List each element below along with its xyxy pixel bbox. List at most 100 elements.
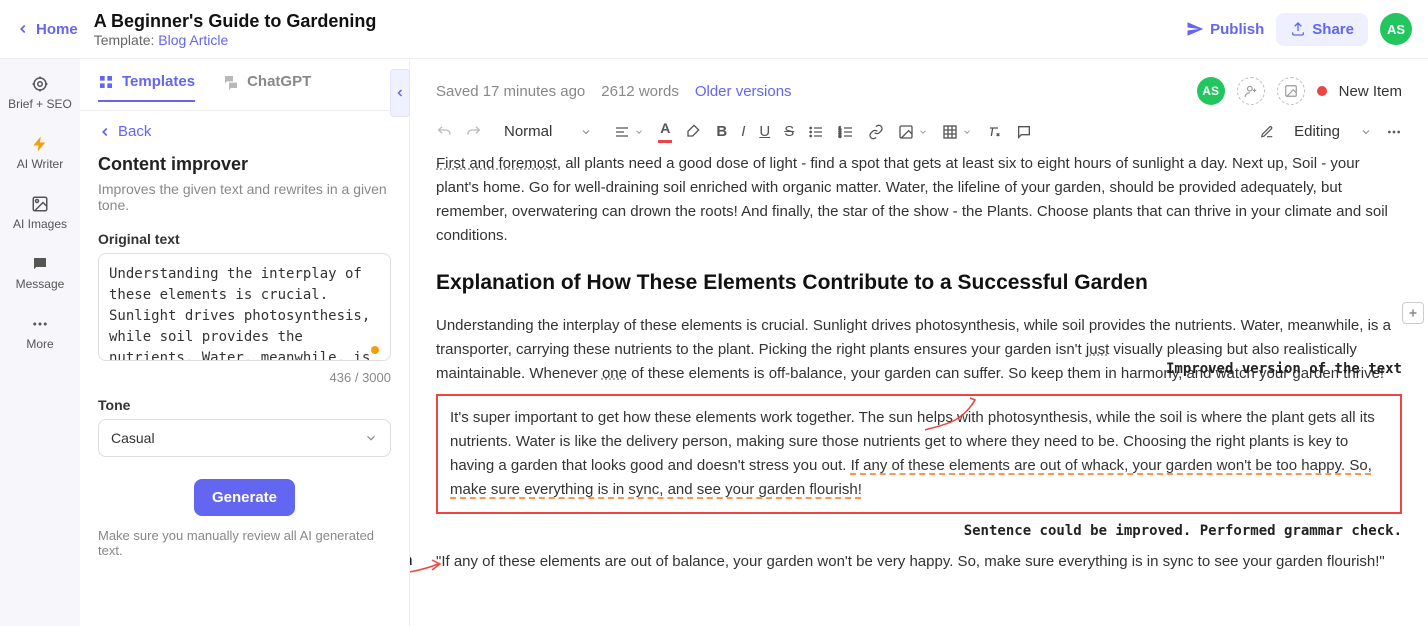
paragraph-1: First and foremost, all plants need a go… [436, 152, 1402, 248]
chat-bubbles-icon [223, 74, 239, 90]
tone-select[interactable]: Casual [98, 419, 391, 457]
original-text-label: Original text [98, 231, 391, 247]
rail-more-label: More [26, 337, 53, 351]
collapse-panel-button[interactable] [390, 69, 410, 117]
image-icon [898, 124, 914, 140]
image-icon [31, 195, 49, 213]
back-link[interactable]: Back [98, 123, 391, 140]
chevron-left-icon [16, 22, 30, 36]
template-link[interactable]: Blog Article [158, 32, 228, 48]
word-count: 2612 words [601, 83, 679, 100]
collaborator-avatar[interactable]: AS [1197, 77, 1225, 105]
chat-icon [31, 255, 49, 273]
bold-button[interactable]: B [716, 123, 727, 140]
chevron-down-icon [634, 127, 644, 137]
svg-text:3: 3 [839, 133, 842, 138]
style-value: Normal [504, 123, 552, 140]
bullet-list-icon [808, 124, 824, 140]
italic-button[interactable]: I [741, 123, 745, 140]
document-area: Saved 17 minutes ago 2612 words Older ve… [410, 59, 1428, 626]
editing-label: Editing [1294, 123, 1340, 140]
text-color-swatch [658, 140, 672, 143]
dots-icon [1386, 124, 1402, 140]
underline-button[interactable]: U [759, 123, 770, 140]
arrow-annotation-icon [410, 552, 446, 582]
tab-chatgpt-label: ChatGPT [247, 73, 311, 90]
share-button[interactable]: Share [1276, 13, 1368, 46]
clear-format-icon [986, 124, 1002, 140]
rail-message[interactable]: Message [12, 251, 69, 295]
tab-chatgpt[interactable]: ChatGPT [223, 73, 311, 102]
improved-box: It's super important to get how these el… [436, 394, 1402, 514]
paragraph-style-select[interactable]: Normal [496, 119, 600, 144]
image-button[interactable] [898, 124, 928, 140]
editing-mode-select[interactable]: Editing [1260, 123, 1372, 140]
comment-icon [1016, 124, 1032, 140]
upload-icon [1290, 21, 1306, 37]
para1-rest: , all plants need a good dose of light -… [436, 155, 1388, 244]
chevron-down-icon [1360, 126, 1372, 138]
align-button[interactable] [614, 124, 644, 140]
redo-button[interactable] [466, 124, 482, 140]
rail-ai-images[interactable]: AI Images [9, 191, 71, 235]
panel-footer-note: Make sure you manually review all AI gen… [98, 528, 391, 558]
add-collaborator-button[interactable] [1237, 77, 1265, 105]
rail-more[interactable]: More [22, 311, 57, 355]
link-button[interactable] [868, 124, 884, 140]
chevron-down-icon [962, 127, 972, 137]
align-left-icon [614, 124, 630, 140]
undo-button[interactable] [436, 124, 452, 140]
pencil-icon [1260, 125, 1274, 139]
bullet-list-button[interactable] [808, 124, 824, 140]
comment-button[interactable] [1016, 124, 1032, 140]
older-versions-link[interactable]: Older versions [695, 83, 792, 100]
numbered-list-icon: 123 [838, 124, 854, 140]
document-body[interactable]: First and foremost, all plants need a go… [410, 152, 1428, 600]
rail-ai-writer[interactable]: AI Writer [13, 131, 67, 175]
content-improver-desc: Improves the given text and rewrites in … [98, 181, 391, 213]
tone-value: Casual [111, 430, 155, 446]
plus-icon [1407, 307, 1419, 319]
share-label: Share [1312, 21, 1354, 38]
numbered-list-button[interactable]: 123 [838, 124, 854, 140]
home-link[interactable]: Home [16, 21, 78, 38]
template-prefix: Template: [94, 32, 159, 48]
add-comment-button[interactable] [1402, 302, 1424, 324]
dots-icon [31, 315, 49, 333]
rail-brief-seo[interactable]: Brief + SEO [4, 71, 76, 115]
saved-status: Saved 17 minutes ago [436, 83, 585, 100]
publish-button[interactable]: Publish [1186, 20, 1264, 38]
strike-button[interactable]: S [784, 123, 794, 140]
status-label[interactable]: New Item [1339, 83, 1402, 100]
page-title: A Beginner's Guide to Gardening [94, 11, 1186, 32]
heading-2: Explanation of How These Elements Contri… [436, 266, 1402, 300]
more-menu-button[interactable] [1386, 124, 1402, 140]
undo-icon [436, 124, 452, 140]
chevron-down-icon [364, 431, 378, 445]
chevron-left-icon [394, 87, 406, 99]
corrected-text: "If any of these elements are out of bal… [436, 550, 1402, 574]
warning-dot-icon [371, 346, 379, 354]
image-icon [1284, 84, 1298, 98]
toolbar: Normal A B I U S 123 Editing [410, 105, 1428, 152]
table-button[interactable] [942, 124, 972, 140]
publish-label: Publish [1210, 21, 1264, 38]
link-icon [868, 124, 884, 140]
redo-icon [466, 124, 482, 140]
char-count: 436 / 3000 [98, 370, 391, 385]
highlight-button[interactable] [686, 124, 702, 140]
tab-templates[interactable]: Templates [98, 73, 195, 102]
bolt-icon [31, 135, 49, 153]
target-icon [31, 75, 49, 93]
underline-u: U [759, 123, 770, 140]
original-text-input[interactable] [98, 253, 391, 361]
clear-format-button[interactable] [986, 124, 1002, 140]
generate-button[interactable]: Generate [194, 479, 295, 516]
highlight-icon [686, 124, 702, 140]
avatar[interactable]: AS [1380, 13, 1412, 45]
add-image-button[interactable] [1277, 77, 1305, 105]
rail-images-label: AI Images [13, 217, 67, 231]
tone-label: Tone [98, 397, 391, 413]
text-color-button[interactable]: A [658, 120, 672, 143]
text-color-a: A [660, 120, 670, 136]
